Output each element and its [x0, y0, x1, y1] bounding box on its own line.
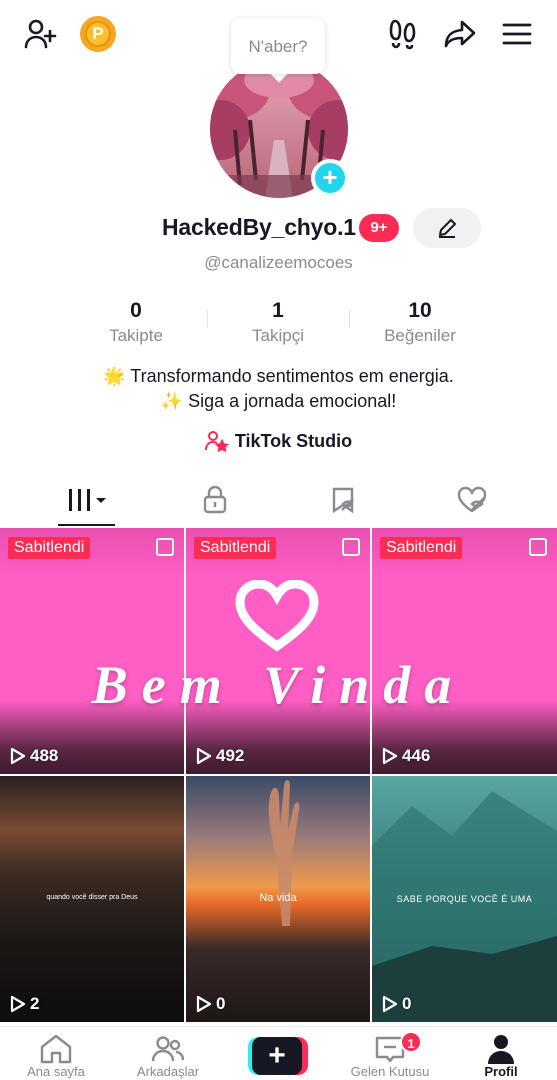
- play-icon: [382, 747, 398, 765]
- nav-profile[interactable]: Profil: [445, 1027, 557, 1080]
- edit-profile-button[interactable]: [413, 208, 481, 248]
- view-count-value: 2: [30, 994, 40, 1013]
- nav-inbox[interactable]: 1 Gelen Kutusu: [334, 1027, 446, 1080]
- view-count-value: 0: [216, 994, 226, 1013]
- play-icon: [10, 995, 26, 1013]
- multi-icon: [529, 538, 547, 556]
- view-count: 2: [10, 994, 39, 1014]
- view-count: 488: [10, 746, 58, 766]
- video-caption: quando você disser pra Deus: [46, 894, 138, 901]
- view-count: 0: [382, 994, 411, 1014]
- nav-label: Ana sayfa: [27, 1064, 85, 1079]
- stat-label: Takipçi: [252, 326, 304, 345]
- video-tile-4[interactable]: quando você disser pra Deus 2: [0, 776, 184, 1022]
- stat-followers[interactable]: 1 Takipçi: [208, 298, 348, 346]
- nav-label: Profil: [484, 1064, 518, 1079]
- bio-line: 🌟 Transformando sentimentos em energia.: [103, 366, 454, 386]
- video-caption: SABE PORQUE VOCÊ É UMA: [396, 894, 533, 904]
- add-story-button[interactable]: +: [311, 159, 349, 197]
- studio-label: TikTok Studio: [234, 430, 353, 451]
- tab-videos[interactable]: [17, 472, 156, 528]
- play-icon: [196, 747, 212, 765]
- heart-icon: [235, 580, 319, 652]
- pencil-icon: [439, 219, 456, 238]
- tab-indicator: [58, 524, 115, 526]
- content-tabs: [0, 472, 557, 528]
- grid-icon: [68, 489, 106, 511]
- bottom-navigation: Ana sayfa Arkadaşlar + 1 Gelen Kutusu Pr…: [0, 1026, 557, 1080]
- studio-icon: [204, 431, 229, 452]
- view-count: 0: [196, 994, 225, 1014]
- stat-label: Takipte: [109, 326, 163, 345]
- pinned-badge: Sabitlendi: [194, 537, 277, 559]
- multi-icon: [156, 538, 174, 556]
- plus-icon: +: [252, 1037, 302, 1075]
- stat-likes[interactable]: 10 Beğeniler: [350, 298, 490, 346]
- video-tile-6[interactable]: SABE PORQUE VOCÊ É UMA 0: [372, 776, 557, 1022]
- status-bubble[interactable]: N'aber?: [231, 18, 325, 74]
- video-grid: Sabitlendi 488 Sabitlendi 492 Sabitlendi…: [0, 528, 557, 1028]
- stat-following[interactable]: 0 Takipte: [66, 298, 206, 346]
- name-row: HackedBy_chyo.1 9+: [0, 208, 557, 248]
- nav-friends[interactable]: Arkadaşlar: [112, 1027, 224, 1080]
- coin-button[interactable]: P: [80, 16, 116, 52]
- heart-hidden-icon: [457, 486, 486, 513]
- stat-value: 10: [408, 299, 432, 322]
- video-caption: Na vida: [259, 892, 297, 904]
- view-count: 492: [196, 746, 244, 766]
- share-icon[interactable]: [440, 14, 480, 54]
- video-tile-2[interactable]: Sabitlendi 492: [186, 528, 370, 774]
- display-name: HackedBy_chyo.1: [162, 214, 356, 240]
- video-tile-5[interactable]: Na vida 0: [186, 776, 370, 1022]
- bio-line: ✨ Siga a jornada emocional!: [160, 391, 397, 411]
- stat-label: Beğeniler: [384, 326, 456, 345]
- play-icon: [10, 747, 26, 765]
- add-friend-icon[interactable]: [20, 14, 60, 54]
- stat-value: 0: [130, 299, 142, 322]
- nav-label: Gelen Kutusu: [350, 1064, 430, 1079]
- banner-text: Bem Vinda: [91, 655, 466, 715]
- profile-icon: [488, 1035, 514, 1064]
- home-icon: [40, 1034, 72, 1064]
- play-icon: [382, 995, 398, 1013]
- tiktok-studio-link[interactable]: TikTok Studio: [0, 430, 557, 452]
- lock-icon: [203, 485, 226, 514]
- footprints-icon[interactable]: [383, 14, 423, 54]
- coin-letter: P: [85, 21, 111, 47]
- view-count-value: 0: [402, 994, 412, 1013]
- nav-home[interactable]: Ana sayfa: [0, 1027, 112, 1080]
- pinned-badge: Sabitlendi: [380, 537, 463, 559]
- view-count-value: 488: [30, 746, 59, 765]
- video-tile-3[interactable]: Sabitlendi 446: [372, 528, 557, 774]
- notification-badge[interactable]: 9+: [359, 214, 399, 242]
- nav-label: Arkadaşlar: [136, 1064, 200, 1079]
- bio: 🌟 Transformando sentimentos em energia. …: [0, 364, 557, 414]
- tab-private[interactable]: [145, 472, 284, 528]
- inbox-badge: 1: [400, 1031, 422, 1053]
- menu-icon[interactable]: [497, 14, 537, 54]
- play-icon: [196, 995, 212, 1013]
- view-count-value: 492: [216, 746, 245, 765]
- create-button[interactable]: +: [248, 1037, 308, 1075]
- multi-icon: [342, 538, 360, 556]
- view-count-value: 446: [402, 746, 431, 765]
- tab-favorites[interactable]: [274, 472, 413, 528]
- tab-liked[interactable]: [402, 472, 541, 528]
- friends-icon: [151, 1036, 185, 1062]
- view-count: 446: [382, 746, 430, 766]
- stat-value: 1: [272, 299, 284, 322]
- video-tile-1[interactable]: Sabitlendi 488: [0, 528, 184, 774]
- stats-row: 0 Takipte 1 Takipçi 10 Beğeniler: [0, 298, 557, 354]
- bookmark-hidden-icon: [332, 487, 354, 514]
- username: @canalizeemocoes: [204, 253, 353, 272]
- pinned-badge: Sabitlendi: [8, 537, 91, 559]
